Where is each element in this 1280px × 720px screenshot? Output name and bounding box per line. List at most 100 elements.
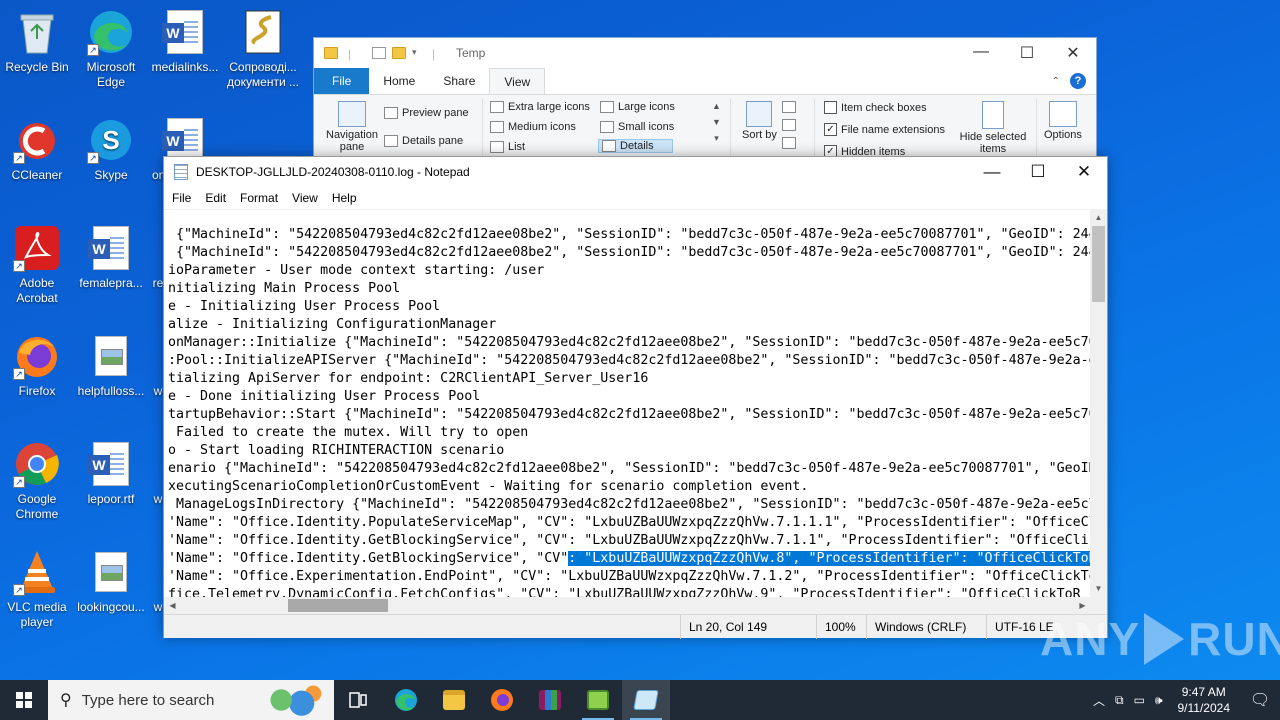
collapse-ribbon-icon[interactable]: ⌃ bbox=[1052, 76, 1060, 87]
layout-small-icons[interactable]: Small icons bbox=[600, 121, 674, 133]
minimize-button[interactable]: — bbox=[958, 43, 1004, 63]
file-explorer-window[interactable]: | ▾ | Temp — ☐ ✕ File Home Share View ⌃ … bbox=[313, 37, 1097, 167]
desktop-icon-soprovodi[interactable]: Сопроводі... документи ... bbox=[224, 8, 302, 90]
item-check-boxes-toggle[interactable]: Item check boxes bbox=[824, 101, 927, 114]
layout-list[interactable]: List bbox=[490, 141, 525, 153]
desktop-icon-firefox[interactable]: ↗ Firefox bbox=[0, 332, 74, 399]
scroll-down-arrow-icon[interactable]: ▼ bbox=[1090, 580, 1107, 597]
help-icon[interactable]: ? bbox=[1070, 73, 1086, 89]
clock[interactable]: 9:47 AM 9/11/2024 bbox=[1168, 684, 1241, 716]
notepad-title: DESKTOP-JGLLJLD-20240308-0110.log - Note… bbox=[196, 165, 470, 179]
hide-selected-items-button[interactable]: Hide selected items bbox=[956, 101, 1030, 155]
folder-icon bbox=[324, 47, 338, 59]
horizontal-scroll-thumb[interactable] bbox=[288, 599, 388, 612]
scroll-left-arrow-icon[interactable]: ◀ bbox=[164, 597, 181, 614]
desktop-icon-google-chrome[interactable]: ↗ Google Chrome bbox=[0, 440, 74, 522]
desktop-icon-label: Microsoft Edge bbox=[86, 60, 136, 89]
text-editor[interactable]: {"MachineId": "542208504793ed4c82c2fd12a… bbox=[164, 209, 1091, 597]
desktop-icon-helpfulloss[interactable]: helpfulloss... bbox=[74, 332, 148, 399]
group-by-buttons[interactable] bbox=[782, 101, 796, 149]
explorer-title-bar[interactable]: | ▾ | Temp — ☐ ✕ bbox=[314, 38, 1096, 68]
taskbar-winrar[interactable] bbox=[526, 680, 574, 720]
clock-time: 9:47 AM bbox=[1181, 685, 1226, 699]
menu-view[interactable]: View bbox=[285, 191, 325, 205]
item-check-boxes-checkbox[interactable] bbox=[824, 101, 837, 114]
close-button[interactable]: ✕ bbox=[1061, 162, 1107, 182]
task-view-button[interactable] bbox=[334, 680, 382, 720]
word-document-icon: W bbox=[87, 440, 135, 488]
file-name-extensions-checkbox[interactable]: ✓ bbox=[824, 123, 837, 136]
text-line: :Pool::InitializeAPIServer {"MachineId":… bbox=[168, 353, 1091, 368]
chrome-icon: ↗ bbox=[13, 440, 61, 488]
notification-center-button[interactable]: 🗨 bbox=[1240, 690, 1280, 710]
notepad-window[interactable]: DESKTOP-JGLLJLD-20240308-0110.log - Note… bbox=[163, 156, 1108, 639]
desktop-icon-skype[interactable]: S ↗ Skype bbox=[74, 116, 148, 183]
volume-icon[interactable]: 🕪 bbox=[1150, 693, 1168, 708]
minimize-button[interactable]: — bbox=[969, 162, 1015, 182]
desktop-icon-vlc[interactable]: ↗ VLC media player bbox=[0, 548, 74, 630]
preview-pane-button[interactable]: Preview pane bbox=[384, 107, 469, 119]
notepad-window-controls: — ☐ ✕ bbox=[969, 162, 1107, 182]
taskbar-edge[interactable] bbox=[382, 680, 430, 720]
scroll-up-arrow-icon[interactable]: ▲ bbox=[1090, 209, 1107, 226]
desktop-icon-femalepra[interactable]: W femalepra... bbox=[74, 224, 148, 291]
tab-file[interactable]: File bbox=[314, 68, 370, 94]
medium-icons-icon bbox=[490, 121, 504, 133]
adobe-acrobat-icon: ↗ bbox=[13, 224, 61, 272]
sort-by-button[interactable]: Sort by bbox=[742, 101, 777, 141]
chevron-down-icon[interactable]: ▾ bbox=[412, 47, 422, 59]
status-line-endings: Windows (CRLF) bbox=[866, 615, 986, 639]
menu-edit[interactable]: Edit bbox=[198, 191, 233, 205]
text-line-prefix: 'Name": "Office.Identity.GetBlockingServ… bbox=[168, 551, 569, 566]
menu-format[interactable]: Format bbox=[233, 191, 285, 205]
desktop-icon-medialinks[interactable]: W medialinks... bbox=[148, 8, 222, 75]
edge-icon bbox=[395, 689, 417, 711]
monitor-icon[interactable]: ▭ bbox=[1129, 693, 1150, 707]
vertical-scroll-thumb[interactable] bbox=[1092, 226, 1105, 302]
options-button[interactable]: Options bbox=[1044, 101, 1082, 141]
desktop-icon-adobe-acrobat[interactable]: ↗ Adobe Acrobat bbox=[0, 224, 74, 306]
text-line: tializing ApiServer for endpoint: C2RCli… bbox=[168, 371, 649, 386]
desktop-icon-microsoft-edge[interactable]: ↗ Microsoft Edge bbox=[74, 8, 148, 90]
network-icon[interactable]: ⧉ bbox=[1110, 693, 1129, 708]
desktop-icon-recycle-bin[interactable]: Recycle Bin bbox=[0, 8, 74, 75]
layout-large-icons[interactable]: Large icons bbox=[600, 101, 675, 113]
watermark-text-right: RUN bbox=[1188, 613, 1280, 665]
taskbar-firefox[interactable] bbox=[478, 680, 526, 720]
desktop-icon-lepoor[interactable]: W lepoor.rtf bbox=[74, 440, 148, 507]
shortcut-arrow-icon: ↗ bbox=[13, 476, 25, 488]
properties-icon[interactable] bbox=[372, 47, 386, 59]
taskbar-file-explorer[interactable] bbox=[430, 680, 478, 720]
layout-medium-icons[interactable]: Medium icons bbox=[490, 121, 576, 133]
layout-scroll-buttons[interactable]: ▲ ▼ ▾ bbox=[712, 101, 721, 144]
maximize-button[interactable]: ☐ bbox=[1004, 43, 1050, 63]
vlc-icon: ↗ bbox=[13, 548, 61, 596]
word-document-icon: W bbox=[161, 8, 209, 56]
start-button[interactable] bbox=[0, 680, 48, 720]
large-icons-icon bbox=[600, 101, 614, 113]
taskbar-search-box[interactable]: ⚲ Type here to search bbox=[48, 680, 334, 720]
text-line: Failed to create the mutex. Will try to … bbox=[168, 425, 529, 440]
desktop-icon-ccleaner[interactable]: ↗ CCleaner bbox=[0, 116, 74, 183]
taskbar-notepad[interactable] bbox=[622, 680, 670, 720]
tab-view[interactable]: View bbox=[489, 68, 546, 94]
tab-home[interactable]: Home bbox=[369, 68, 429, 94]
tab-share[interactable]: Share bbox=[429, 68, 489, 94]
notepad-title-bar[interactable]: DESKTOP-JGLLJLD-20240308-0110.log - Note… bbox=[164, 157, 1107, 187]
close-button[interactable]: ✕ bbox=[1050, 43, 1096, 63]
details-pane-button[interactable]: Details pane bbox=[384, 135, 463, 147]
vertical-scrollbar[interactable]: ▲ ▼ bbox=[1090, 209, 1107, 597]
taskbar-notepad-plus[interactable] bbox=[574, 680, 622, 720]
desktop-icon-lookingcou[interactable]: lookingcou... bbox=[74, 548, 148, 615]
layout-extra-large-icons[interactable]: Extra large icons bbox=[490, 101, 590, 113]
new-folder-icon[interactable] bbox=[392, 47, 406, 59]
menu-file[interactable]: File bbox=[164, 191, 198, 205]
chevron-up-icon[interactable]: ︿ bbox=[1088, 692, 1110, 709]
extra-large-icons-icon bbox=[490, 101, 504, 113]
menu-help[interactable]: Help bbox=[325, 191, 364, 205]
maximize-button[interactable]: ☐ bbox=[1015, 162, 1061, 182]
layout-details[interactable]: Details bbox=[598, 139, 673, 153]
navigation-pane-button[interactable]: Navigation pane bbox=[322, 101, 382, 153]
horizontal-scrollbar[interactable]: ◀ ▶ bbox=[164, 597, 1091, 614]
file-name-extensions-toggle[interactable]: ✓ File name extensions bbox=[824, 123, 945, 136]
